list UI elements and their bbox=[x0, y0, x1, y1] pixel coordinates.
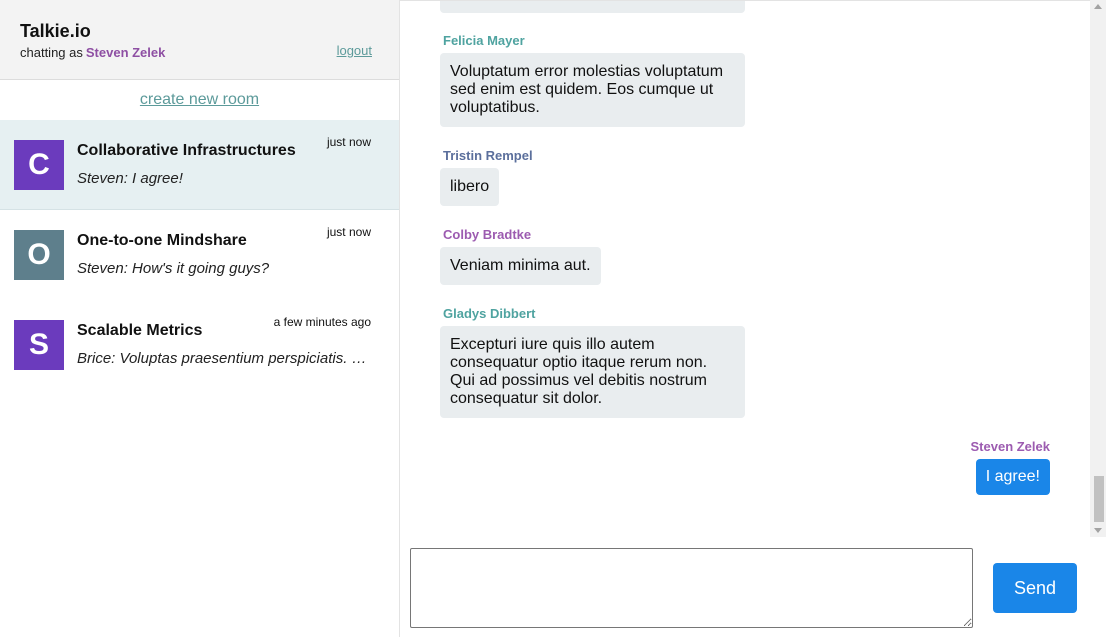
room-name: Scalable Metrics bbox=[77, 322, 203, 339]
room-timestamp: just now bbox=[326, 135, 371, 149]
room-avatar: C bbox=[14, 140, 64, 190]
sidebar-header: Talkie.io chatting as Steven Zelek logout bbox=[0, 0, 399, 80]
message-bubble: Excepturi iure quis illo autem consequat… bbox=[440, 326, 745, 418]
message-bubble: libero bbox=[440, 168, 500, 206]
app-window: Talkie.io chatting as Steven Zelek logout… bbox=[0, 0, 1106, 637]
scroll-down-arrow-icon[interactable] bbox=[1094, 528, 1102, 533]
message-bubble-partial bbox=[440, 1, 745, 13]
message-input[interactable] bbox=[410, 548, 973, 628]
message-line: Qui ad possimus vel debitis nostrum bbox=[450, 372, 707, 389]
message-line: voluptatibus. bbox=[450, 99, 540, 116]
own-message-bubble: I agree! bbox=[975, 459, 1050, 495]
message-bubble: Voluptatum error molestias voluptatum se… bbox=[440, 53, 745, 127]
room-name: Collaborative Infrastructures bbox=[77, 142, 296, 159]
message-line: consequatur sit dolor. bbox=[450, 390, 603, 407]
message-author: Felicia Mayer bbox=[443, 33, 525, 48]
room-avatar: S bbox=[14, 320, 64, 370]
message-line: sed enim est quidem. Eos cumque ut bbox=[450, 81, 714, 98]
message-author: Colby Bradtke bbox=[443, 227, 532, 242]
message-scrollbar[interactable] bbox=[1090, 0, 1106, 537]
app-title: Talkie.io bbox=[20, 21, 91, 41]
scroll-thumb[interactable] bbox=[1094, 476, 1104, 522]
current-user-name: Steven Zelek bbox=[85, 45, 166, 60]
room-last-message: Steven: How's it going guys? bbox=[77, 260, 270, 277]
room-item-collaborative-infrastructures[interactable]: C Collaborative Infrastructures Steven: … bbox=[0, 120, 399, 210]
room-timestamp: a few minutes ago bbox=[273, 315, 371, 329]
own-message-item: Steven Zelek I agree! bbox=[968, 439, 1051, 495]
room-last-message: Steven: I agree! bbox=[77, 170, 183, 187]
message-line: Voluptatum error molestias voluptatum bbox=[450, 63, 724, 80]
message-line: Excepturi iure quis illo autem bbox=[450, 336, 655, 353]
room-avatar: O bbox=[14, 230, 64, 280]
create-room-link[interactable]: create new room bbox=[0, 80, 399, 120]
room-timestamp: just now bbox=[326, 225, 371, 239]
room-name: One-to-one Mindshare bbox=[77, 232, 247, 249]
message-author: Gladys Dibbert bbox=[443, 306, 536, 321]
room-last-message: Brice: Voluptas praesentium perspiciatis… bbox=[77, 350, 372, 367]
chatting-as-label: chatting as bbox=[20, 45, 83, 60]
message-author: Tristin Rempel bbox=[443, 148, 533, 163]
message-item: Tristin Rempel libero bbox=[440, 148, 533, 206]
scroll-up-arrow-icon[interactable] bbox=[1094, 4, 1102, 9]
message-item: Gladys Dibbert Excepturi iure quis illo … bbox=[440, 306, 745, 418]
room-item-one-to-one-mindshare[interactable]: O One-to-one Mindshare Steven: How's it … bbox=[0, 210, 399, 300]
message-author: Steven Zelek bbox=[970, 439, 1051, 454]
sidebar: Talkie.io chatting as Steven Zelek logout… bbox=[0, 0, 400, 637]
room-item-scalable-metrics[interactable]: S Scalable Metrics Brice: Voluptas praes… bbox=[0, 300, 399, 390]
send-button[interactable]: Send bbox=[993, 563, 1077, 613]
message-item: Felicia Mayer Voluptatum error molestias… bbox=[440, 33, 745, 127]
message-line: Veniam minima aut. bbox=[450, 257, 591, 274]
chat-panel: Felicia Mayer Voluptatum error molestias… bbox=[400, 0, 1106, 637]
message-item: Colby Bradtke Veniam minima aut. bbox=[440, 227, 601, 285]
logout-link[interactable]: logout bbox=[337, 43, 372, 58]
message-line: libero bbox=[450, 178, 490, 195]
message-line: consequatur optio itaque rerum non. bbox=[450, 354, 708, 371]
message-list[interactable]: Felicia Mayer Voluptatum error molestias… bbox=[400, 0, 1090, 537]
message-bubble: Veniam minima aut. bbox=[440, 247, 601, 285]
